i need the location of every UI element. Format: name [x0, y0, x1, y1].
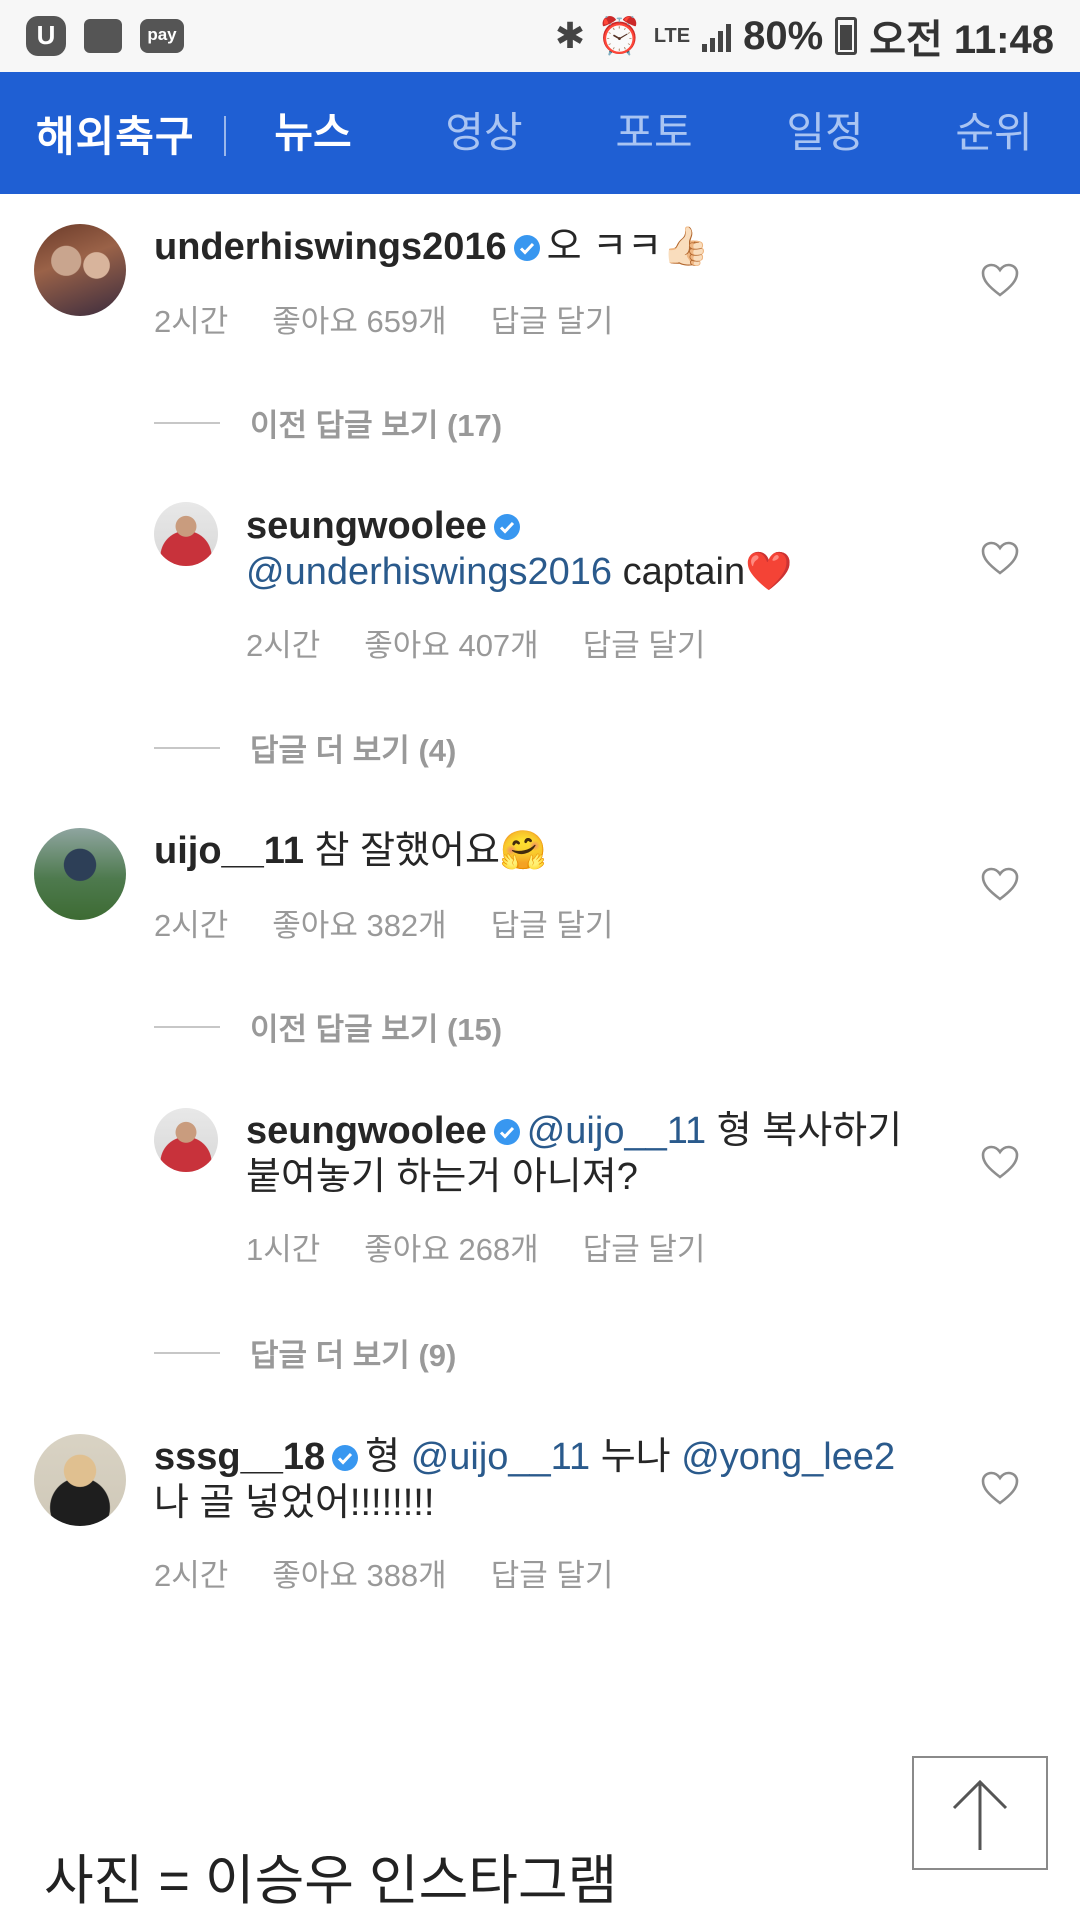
comment-body-continued: 붙여놓기 하는거 아니져? [246, 1156, 638, 1198]
bluetooth-icon: ✱ [554, 15, 585, 56]
comment-username[interactable]: seungwoolee [246, 505, 487, 547]
mention-link[interactable]: @uijo__11 [527, 1110, 706, 1152]
nav-divider [224, 116, 226, 156]
section-title[interactable]: 해외축구 [36, 103, 195, 164]
avatar[interactable] [154, 1108, 218, 1172]
alarm-icon: ⏰ [597, 15, 642, 56]
comment-body: 오 ㅋㅋ👍🏻 [546, 226, 710, 268]
comment-likes[interactable]: 좋아요 388개 [272, 1550, 446, 1595]
mention-link[interactable]: @uijo__11 [411, 1436, 590, 1478]
view-more-replies[interactable]: 답글 더 보기 (9) [154, 1330, 456, 1375]
comment-time: 2시간 [154, 304, 229, 339]
avatar[interactable] [154, 502, 218, 566]
verified-badge-icon [493, 514, 520, 540]
arrow-up-icon [952, 1779, 1008, 1850]
comment-likes[interactable]: 좋아요 659개 [272, 296, 446, 341]
verified-badge-icon [513, 235, 540, 261]
like-heart-icon[interactable] [980, 1144, 1020, 1180]
comment-likes[interactable]: 좋아요 407개 [364, 620, 538, 665]
comment-text: uijo__11 참 잘했어요🤗 [154, 828, 547, 874]
status-bar: ✱ ⏰ LTE 80% 오전 11:48 [0, 0, 1080, 72]
reply-button[interactable]: 답글 달기 [491, 296, 614, 341]
mention-link[interactable]: @yong_lee2 [681, 1436, 895, 1478]
reply-button[interactable]: 답글 달기 [583, 620, 706, 665]
comment-likes[interactable]: 좋아요 268개 [364, 1224, 538, 1269]
comment-username[interactable]: underhiswings2016 [154, 226, 507, 268]
like-heart-icon[interactable] [980, 866, 1020, 902]
comment-meta: 2시간 좋아요 388개 답글 달기 [154, 1550, 657, 1595]
section-nav: 해외축구 뉴스 영상 포토 일정 순위 [0, 72, 1080, 194]
signal-icon [702, 20, 732, 52]
mention-link[interactable]: @underhiswings2016 [246, 551, 612, 593]
tab-photo[interactable]: 포토 [599, 72, 709, 194]
view-previous-replies[interactable]: 이전 답글 보기 (15) [154, 1004, 502, 1049]
comment-text: sssg__18 형 @uijo__11 누나 @yong_lee2 나 골 넣었어… [154, 1434, 895, 1526]
tab-news[interactable]: 뉴스 [258, 72, 368, 194]
network-type: LTE [653, 24, 691, 47]
clock: 오전 11:48 [869, 18, 1054, 62]
comment-body: captain❤️ [612, 551, 793, 593]
u-plus-icon [26, 16, 66, 56]
like-heart-icon[interactable] [980, 262, 1020, 298]
comment-body-continued: 나 골 넣었어!!!!!!!! [154, 1482, 435, 1524]
view-more-replies[interactable]: 답글 더 보기 (4) [154, 725, 456, 770]
comment-text: seungwoolee @uijo__11 형 복사하기붙여놓기 하는거 아니져? [246, 1108, 902, 1200]
comment-body: 참 잘했어요🤗 [314, 830, 548, 872]
comment-time: 2시간 [246, 628, 321, 663]
comment-body: 형 복사하기 [706, 1110, 903, 1152]
comment-body: 형 [365, 1436, 411, 1478]
tab-standings[interactable]: 순위 [939, 72, 1049, 194]
verified-badge-icon [332, 1445, 359, 1471]
avatar[interactable] [34, 224, 126, 316]
reply-button[interactable]: 답글 달기 [491, 1550, 614, 1595]
comment-username[interactable]: seungwoolee [246, 1110, 487, 1152]
comment-username[interactable]: uijo__11 [154, 830, 304, 872]
like-heart-icon[interactable] [980, 1470, 1020, 1506]
view-previous-replies[interactable]: 이전 답글 보기 (17) [154, 400, 502, 445]
comment-time: 2시간 [154, 1558, 229, 1593]
reply-button[interactable]: 답글 달기 [491, 900, 614, 945]
comment-text: seungwoolee @underhiswings2016 captain❤️ [246, 503, 792, 595]
reply-button[interactable]: 답글 달기 [583, 1224, 706, 1269]
comment-meta: 1시간 좋아요 268개 답글 달기 [246, 1224, 749, 1269]
comment-text: underhiswings2016 오 ㅋㅋ👍🏻 [154, 224, 709, 270]
pay-icon [140, 19, 184, 53]
comment-time: 1시간 [246, 1232, 321, 1267]
comment-body: 누나 [590, 1436, 682, 1478]
battery-percent: 80% [743, 13, 824, 58]
avatar[interactable] [34, 828, 126, 920]
comment-username[interactable]: sssg__18 [154, 1436, 325, 1478]
scroll-to-top-button[interactable] [912, 1756, 1048, 1870]
tab-video[interactable]: 영상 [429, 72, 539, 194]
battery-icon [835, 17, 858, 55]
tab-schedule[interactable]: 일정 [770, 72, 880, 194]
comment-time: 2시간 [154, 908, 229, 943]
comment-meta: 2시간 좋아요 407개 답글 달기 [246, 620, 749, 665]
comment-meta: 2시간 좋아요 382개 답글 달기 [154, 900, 657, 945]
comment-likes[interactable]: 좋아요 382개 [272, 900, 446, 945]
comment-meta: 2시간 좋아요 659개 답글 달기 [154, 296, 657, 341]
chat-icon [84, 19, 122, 53]
photo-caption: 사진 = 이승우 인스타그램 [44, 1851, 618, 1911]
avatar[interactable] [34, 1434, 126, 1526]
like-heart-icon[interactable] [980, 540, 1020, 576]
verified-badge-icon [493, 1119, 520, 1145]
